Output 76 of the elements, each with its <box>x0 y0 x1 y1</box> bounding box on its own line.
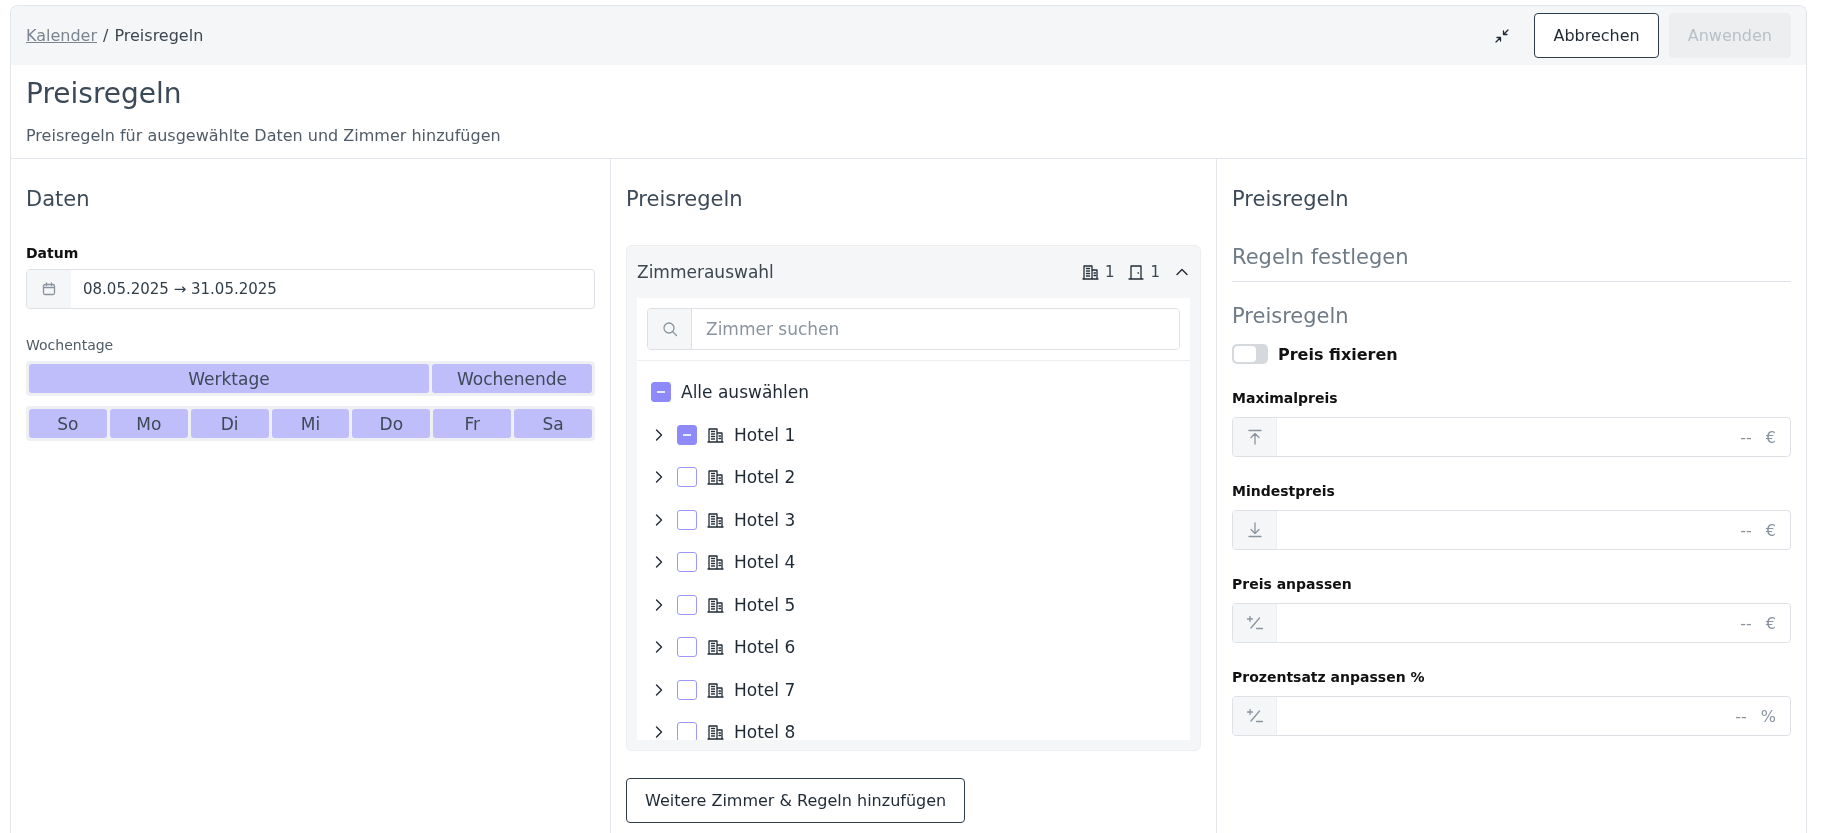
plus-minus-icon <box>1246 708 1263 724</box>
checkbox[interactable] <box>677 552 697 573</box>
weekday-group-toggle[interactable]: Werktage <box>29 364 429 393</box>
number-input-field[interactable]: -- € <box>1232 603 1791 643</box>
breadcrumb-link[interactable]: Kalender <box>26 26 98 45</box>
hotel-count: 1 <box>1104 263 1115 281</box>
hotel-name: Hotel 7 <box>734 679 796 700</box>
building-icon <box>707 639 724 656</box>
page-subtitle: Preisregeln für ausgewählte Daten und Zimmer hinzufügen <box>26 126 502 145</box>
door-icon <box>1128 264 1145 280</box>
toggle-switch[interactable] <box>1232 344 1268 364</box>
calendar-icon <box>42 282 56 296</box>
breadcrumb-current: Preisregeln <box>114 26 204 45</box>
checkbox[interactable] <box>677 467 697 488</box>
subsection-heading: Regeln festlegen <box>1232 245 1410 269</box>
checkbox[interactable] <box>677 722 697 740</box>
unit-label: % <box>1760 705 1777 728</box>
hotel-name: Hotel 8 <box>734 722 796 740</box>
unit-label: € <box>1765 519 1777 542</box>
number-input-field[interactable]: -- € <box>1232 510 1791 550</box>
weekday-toggle[interactable]: Fr <box>433 409 512 438</box>
cancel-button[interactable]: Abbrechen <box>1534 13 1659 58</box>
field-label: Preis anpassen <box>1232 576 1353 592</box>
checkbox[interactable] <box>651 382 671 403</box>
building-icon <box>1081 264 1099 280</box>
checkbox[interactable] <box>677 424 697 445</box>
field-label: Maximalpreis <box>1232 390 1339 406</box>
number-input-field[interactable]: -- € <box>1232 417 1791 457</box>
building-icon <box>707 554 724 571</box>
building-icon <box>707 724 724 740</box>
hotel-name: Hotel 4 <box>734 552 796 573</box>
section-heading: Preisregeln <box>1232 187 1350 211</box>
select-all-label: Alle auswählen <box>681 382 810 403</box>
subsection-heading: Preisregeln <box>1232 304 1350 328</box>
checkbox[interactable] <box>677 509 697 530</box>
room-count: 1 <box>1150 263 1160 281</box>
unit-label: € <box>1765 612 1777 635</box>
field-label: Wochentage <box>26 337 115 353</box>
field-label: Datum <box>26 245 80 261</box>
weekday-toggle[interactable]: Mi <box>271 409 350 438</box>
building-icon <box>707 469 724 486</box>
plus-minus-icon <box>1246 615 1263 631</box>
date-range-field[interactable]: 08.05.2025 → 31.05.2025 <box>26 269 595 309</box>
weekday-toggle[interactable]: Do <box>352 409 431 438</box>
building-icon <box>707 511 724 528</box>
toggle-label: Preis fixieren <box>1278 344 1398 364</box>
number-input-field[interactable]: -- % <box>1232 696 1791 736</box>
checkbox[interactable] <box>677 594 697 615</box>
hotel-name: Hotel 3 <box>734 509 796 530</box>
hotel-name: Hotel 1 <box>734 424 796 445</box>
hotel-name: Hotel 6 <box>734 637 796 658</box>
building-icon <box>707 596 724 613</box>
hotel-name: Hotel 2 <box>734 467 796 488</box>
panel-title: Zimmerauswahl <box>637 262 775 282</box>
search-icon <box>661 321 678 337</box>
weekday-toggle[interactable]: Sa <box>514 409 592 438</box>
weekday-toggle[interactable]: Mo <box>109 409 188 438</box>
weekday-toggle[interactable]: So <box>29 409 107 438</box>
arrow-down-to-line-icon <box>1246 522 1263 538</box>
weekday-group-toggle[interactable]: Wochenende <box>432 364 592 393</box>
search-field[interactable]: Zimmer suchen <box>647 308 1180 350</box>
page-title: Preisregeln <box>26 77 183 110</box>
building-icon <box>707 681 724 698</box>
building-icon <box>707 426 724 443</box>
hotel-name: Hotel 5 <box>734 594 796 615</box>
section-heading: Daten <box>26 187 91 211</box>
arrow-up-to-line-icon <box>1246 429 1263 445</box>
unit-label: € <box>1765 426 1777 449</box>
field-label: Prozentsatz anpassen % <box>1232 669 1426 685</box>
section-heading: Preisregeln <box>626 187 744 211</box>
checkbox[interactable] <box>677 637 697 658</box>
add-rooms-button[interactable]: Weitere Zimmer & Regeln hinzufügen <box>626 778 966 823</box>
weekday-toggle[interactable]: Di <box>190 409 269 438</box>
checkbox[interactable] <box>677 679 697 700</box>
breadcrumb-separator: / <box>103 26 109 45</box>
field-label: Mindestpreis <box>1232 483 1336 499</box>
